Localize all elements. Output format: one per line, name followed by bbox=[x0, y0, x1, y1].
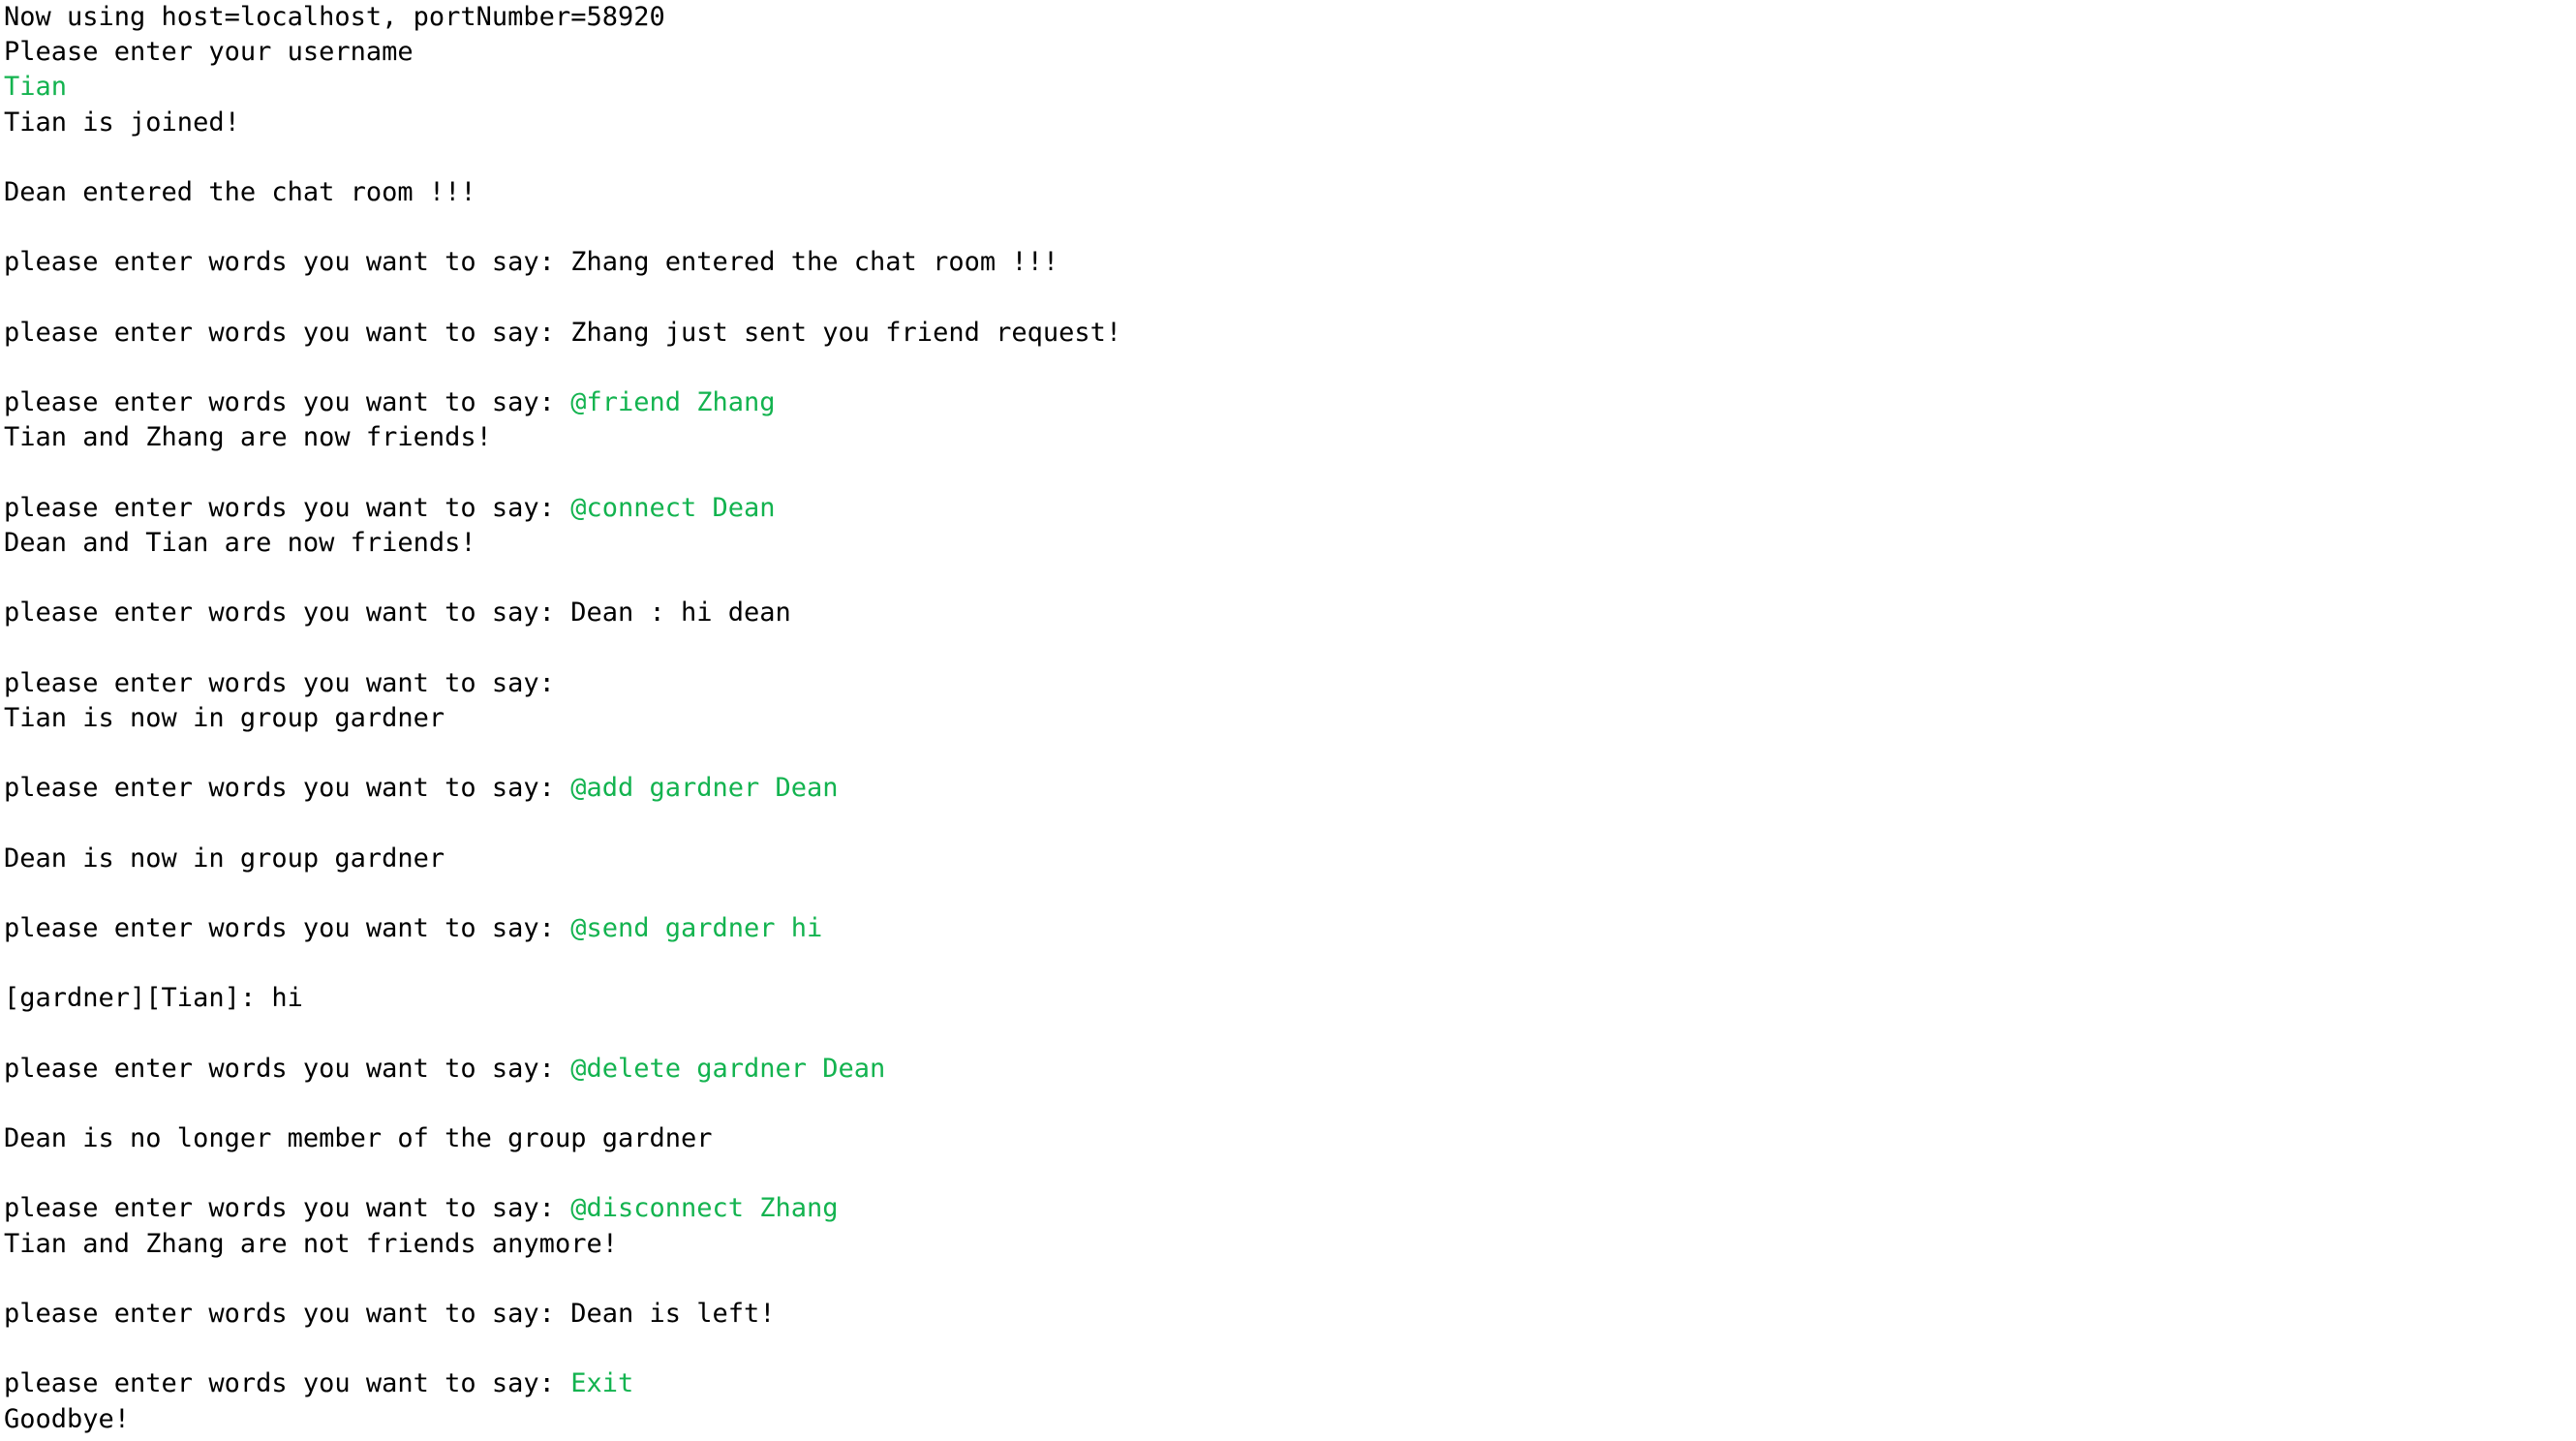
terminal-line: Dean entered the chat room !!! bbox=[4, 175, 2561, 210]
output-text: Goodbye! bbox=[4, 1403, 131, 1434]
output-text: please enter words you want to say: bbox=[4, 1368, 571, 1399]
output-text: Dean entered the chat room !!! bbox=[4, 176, 476, 207]
output-text: please enter words you want to say: bbox=[4, 1053, 571, 1084]
terminal-line: please enter words you want to say: bbox=[4, 666, 2561, 701]
terminal-output: Now using host=localhost, portNumber=589… bbox=[4, 0, 2561, 1437]
terminal-line: Dean and Tian are now friends! bbox=[4, 526, 2561, 561]
output-text: Dean is no longer member of the group ga… bbox=[4, 1123, 713, 1153]
output-text: please enter words you want to say: bbox=[4, 912, 571, 943]
terminal-line: Tian and Zhang are now friends! bbox=[4, 420, 2561, 455]
user-input-text: Tian bbox=[4, 72, 68, 103]
terminal-line: please enter words you want to say: Dean… bbox=[4, 1297, 2561, 1332]
output-text: please enter words you want to say: Dean… bbox=[4, 598, 791, 629]
terminal-line: please enter words you want to say: Exit bbox=[4, 1366, 2561, 1401]
terminal-line: please enter words you want to say: Zhan… bbox=[4, 245, 2561, 280]
output-text: please enter words you want to say: bbox=[4, 773, 571, 804]
output-text: please enter words you want to say: Dean… bbox=[4, 1298, 776, 1329]
output-text: [gardner][Tian]: hi bbox=[4, 983, 303, 1014]
terminal-line: please enter words you want to say: @add… bbox=[4, 771, 2561, 806]
user-input-text: @delete gardner Dean bbox=[570, 1053, 886, 1084]
terminal-line: please enter words you want to say: Zhan… bbox=[4, 316, 2561, 351]
terminal-line: Tian is joined! bbox=[4, 106, 2561, 140]
output-text: please enter words you want to say: bbox=[4, 667, 555, 698]
user-input-text: Exit bbox=[570, 1368, 634, 1399]
user-input-text: @send gardner hi bbox=[570, 912, 823, 943]
output-text: please enter words you want to say: Zhan… bbox=[4, 317, 1122, 348]
output-text: please enter words you want to say: Zhan… bbox=[4, 247, 1059, 278]
user-input-text: @add gardner Dean bbox=[570, 773, 839, 804]
output-text: Please enter your username bbox=[4, 37, 414, 68]
terminal-line: Now using host=localhost, portNumber=589… bbox=[4, 0, 2561, 35]
terminal-line: Goodbye! bbox=[4, 1402, 2561, 1437]
terminal-line: Dean is no longer member of the group ga… bbox=[4, 1121, 2561, 1156]
output-text: Tian is joined! bbox=[4, 107, 240, 138]
terminal-line: Tian bbox=[4, 70, 2561, 105]
terminal-line: please enter words you want to say: @dis… bbox=[4, 1191, 2561, 1226]
terminal-line: please enter words you want to say: @fri… bbox=[4, 385, 2561, 420]
user-input-text: @friend Zhang bbox=[570, 387, 776, 418]
output-text: Dean is now in group gardner bbox=[4, 843, 445, 874]
terminal-line: Please enter your username bbox=[4, 35, 2561, 70]
output-text: please enter words you want to say: bbox=[4, 387, 571, 418]
user-input-text: @connect Dean bbox=[570, 492, 776, 523]
output-text: please enter words you want to say: bbox=[4, 492, 571, 523]
output-text: Tian and Zhang are not friends anymore! bbox=[4, 1228, 618, 1259]
terminal-line: [gardner][Tian]: hi bbox=[4, 981, 2561, 1016]
terminal-line: please enter words you want to say: @sen… bbox=[4, 911, 2561, 946]
terminal-line: please enter words you want to say: Dean… bbox=[4, 596, 2561, 630]
terminal-line: please enter words you want to say: @del… bbox=[4, 1052, 2561, 1087]
output-text: Tian is now in group gardner bbox=[4, 702, 445, 733]
terminal-line: please enter words you want to say: @con… bbox=[4, 491, 2561, 526]
terminal-line: Tian and Zhang are not friends anymore! bbox=[4, 1227, 2561, 1262]
user-input-text: @disconnect Zhang bbox=[570, 1193, 839, 1224]
output-text: Now using host=localhost, portNumber=589… bbox=[4, 2, 665, 32]
output-text: Tian and Zhang are now friends! bbox=[4, 422, 492, 453]
output-text: Dean and Tian are now friends! bbox=[4, 527, 476, 558]
terminal-line: Dean is now in group gardner bbox=[4, 842, 2561, 876]
terminal-line: Tian is now in group gardner bbox=[4, 701, 2561, 736]
output-text: please enter words you want to say: bbox=[4, 1193, 571, 1224]
